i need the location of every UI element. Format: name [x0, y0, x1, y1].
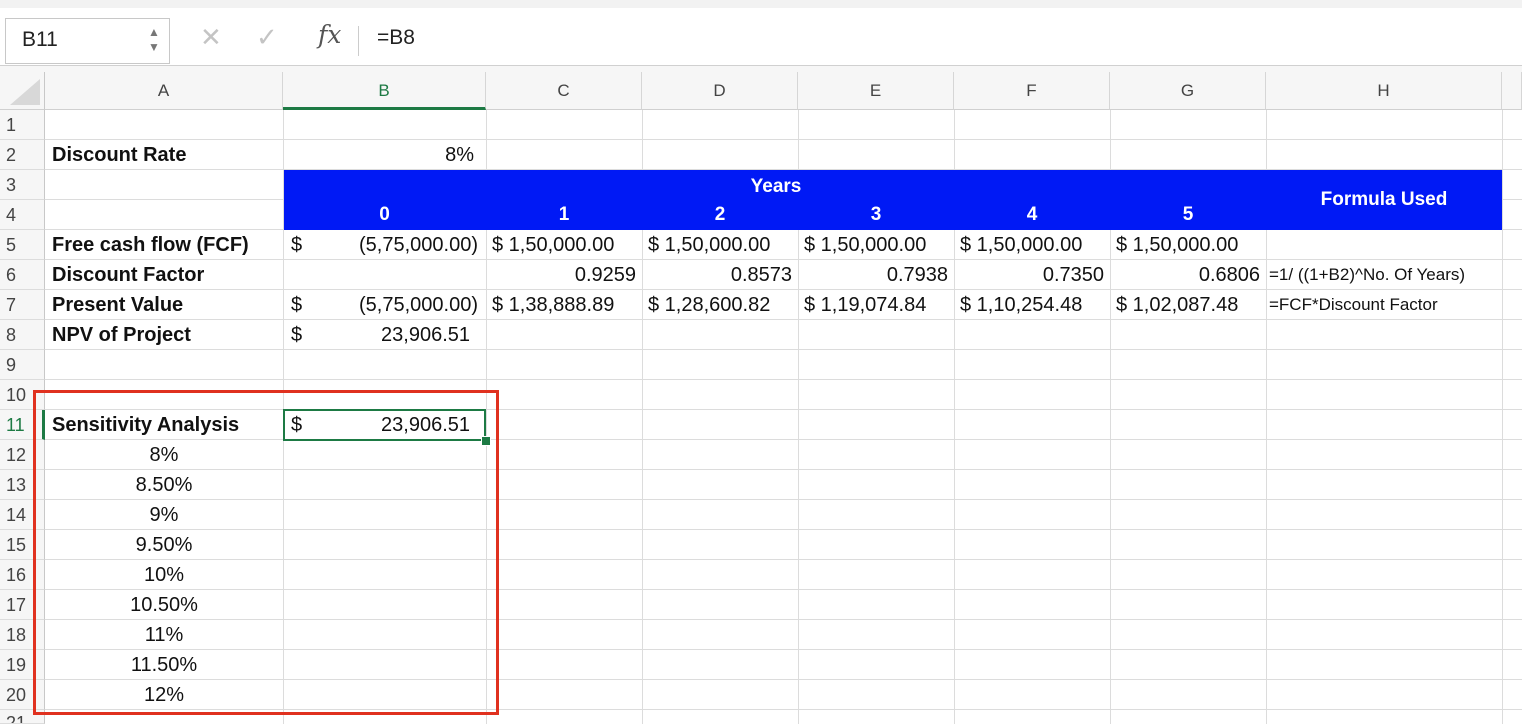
row-header-8[interactable]: 8	[0, 320, 45, 350]
column-header-c[interactable]: C	[486, 72, 642, 110]
row-header-3[interactable]: 3	[0, 170, 45, 200]
formula-divider	[358, 26, 359, 56]
column-header-next[interactable]	[1502, 72, 1522, 110]
cell-b2[interactable]: 8%	[283, 140, 486, 170]
cell-a5[interactable]: Free cash flow (FCF)	[52, 230, 249, 260]
cell-b8[interactable]: 23,906.51	[283, 320, 486, 350]
row-header-9[interactable]: 9	[0, 350, 45, 380]
column-header-b[interactable]: B	[283, 72, 486, 110]
cell-a8[interactable]: NPV of Project	[52, 320, 191, 350]
formula-used-header[interactable]: Formula Used	[1266, 185, 1502, 215]
column-header-e[interactable]: E	[798, 72, 954, 110]
cell-fcf[interactable]: $ 1,50,000.00	[804, 230, 926, 260]
name-box-value: B11	[22, 28, 58, 51]
cell-present-value[interactable]: $ 1,19,074.84	[804, 290, 926, 320]
formula-bar: B11 ▲ ▼ ✕ ✓ fx =B8	[0, 0, 1522, 66]
name-box-stepper-icon[interactable]: ▲ ▼	[147, 25, 161, 55]
year-label[interactable]: 0	[283, 200, 486, 230]
year-label[interactable]: 5	[1110, 200, 1266, 230]
cell-discount-factor[interactable]: 0.8573	[642, 260, 798, 290]
gridline	[1502, 110, 1503, 724]
column-header-h[interactable]: H	[1266, 72, 1502, 110]
column-header-f[interactable]: F	[954, 72, 1110, 110]
select-all-corner[interactable]	[0, 72, 45, 110]
cell-a6[interactable]: Discount Factor	[52, 260, 204, 290]
confirm-icon[interactable]: ✓	[256, 22, 278, 53]
cell-present-value[interactable]: $ 1,02,087.48	[1116, 290, 1238, 320]
row-header-4[interactable]: 4	[0, 200, 45, 230]
years-header[interactable]: Years	[642, 172, 910, 202]
gridline	[45, 349, 1522, 350]
cancel-icon[interactable]: ✕	[200, 22, 222, 53]
formula-input[interactable]: =B8	[377, 26, 415, 50]
highlight-box	[33, 390, 499, 715]
name-box[interactable]: B11 ▲ ▼	[5, 18, 170, 64]
cell-h6[interactable]: =1/ ((1+B2)^No. Of Years)	[1269, 260, 1465, 290]
row-header-5[interactable]: 5	[0, 230, 45, 260]
year-label[interactable]: 4	[954, 200, 1110, 230]
cell-discount-factor[interactable]: 0.7350	[954, 260, 1110, 290]
cell-a2[interactable]: Discount Rate	[52, 140, 186, 170]
row-header-6[interactable]: 6	[0, 260, 45, 290]
cell-discount-factor[interactable]: 0.9259	[486, 260, 642, 290]
gridline	[45, 379, 1522, 380]
function-icon[interactable]: fx	[318, 20, 341, 49]
cell-b5[interactable]: (5,75,000.00)	[283, 230, 486, 260]
column-header-g[interactable]: G	[1110, 72, 1266, 110]
cell-a7[interactable]: Present Value	[52, 290, 183, 320]
cell-b7[interactable]: (5,75,000.00)	[283, 290, 486, 320]
cell-present-value[interactable]: $ 1,38,888.89	[492, 290, 614, 320]
row-header-7[interactable]: 7	[0, 290, 45, 320]
cell-h7[interactable]: =FCF*Discount Factor	[1269, 290, 1438, 320]
cell-fcf[interactable]: $ 1,50,000.00	[648, 230, 770, 260]
year-label[interactable]: 1	[486, 200, 642, 230]
row-header-1[interactable]: 1	[0, 110, 45, 140]
row-header-2[interactable]: 2	[0, 140, 45, 170]
cell-fcf[interactable]: $ 1,50,000.00	[492, 230, 614, 260]
cell-fcf[interactable]: $ 1,50,000.00	[1116, 230, 1238, 260]
year-label[interactable]: 3	[798, 200, 954, 230]
year-label[interactable]: 2	[642, 200, 798, 230]
gridline	[45, 139, 1522, 140]
column-header-d[interactable]: D	[642, 72, 798, 110]
cell-present-value[interactable]: $ 1,28,600.82	[648, 290, 770, 320]
cell-discount-factor[interactable]: 0.6806	[1110, 260, 1266, 290]
cell-fcf[interactable]: $ 1,50,000.00	[960, 230, 1082, 260]
spreadsheet-grid[interactable]: A B C D E F G H 1 2 3 4 5 6 7 8 9 10 11 …	[0, 72, 1522, 724]
cell-discount-factor[interactable]: 0.7938	[798, 260, 954, 290]
column-header-a[interactable]: A	[45, 72, 283, 110]
cell-present-value[interactable]: $ 1,10,254.48	[960, 290, 1082, 320]
